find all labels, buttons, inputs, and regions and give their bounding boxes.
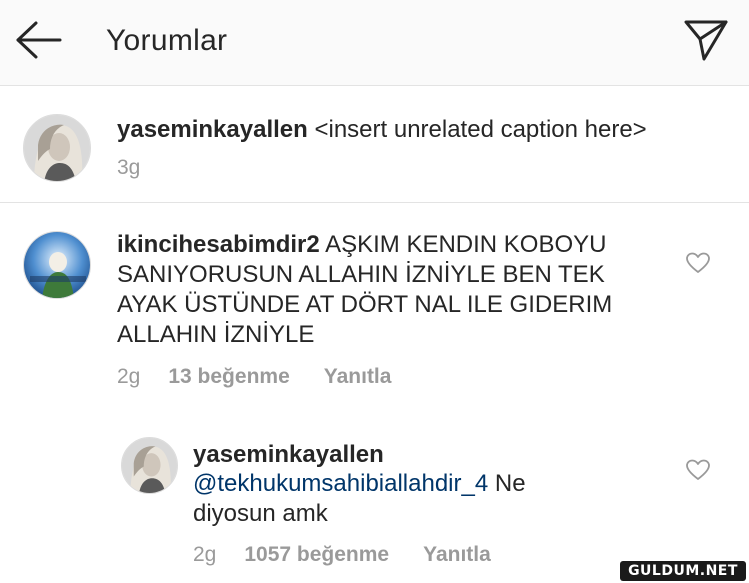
profile-photo-icon — [24, 115, 90, 181]
paper-plane-icon — [684, 20, 728, 61]
comment-text: ikincihesabimdir2 AŞKIM KENDIN KOBOYU SA… — [117, 230, 657, 350]
comment-reply-button[interactable]: Yanıtla — [324, 365, 392, 388]
direct-message-button[interactable] — [683, 18, 729, 62]
caption-body: <insert unrelated caption here> — [314, 116, 647, 143]
caption-username[interactable]: yaseminkayallen — [117, 116, 308, 143]
comment-meta: 2g 13 beğenme Yanıtla — [117, 365, 391, 389]
reply-header: yaseminkayallen — [193, 440, 384, 470]
arrow-left-icon — [16, 21, 62, 59]
reply-username[interactable]: yaseminkayallen — [193, 441, 384, 468]
reply-mention-link[interactable]: @tekhukumsahibiallahdir_4 — [193, 470, 488, 497]
reply-reply-button[interactable]: Yanıtla — [423, 543, 491, 566]
watermark: GULDUM.NET — [620, 561, 746, 581]
avatar[interactable] — [23, 114, 91, 182]
post-caption: yaseminkayallen <insert unrelated captio… — [0, 87, 749, 203]
reply-timestamp: 2g — [193, 543, 217, 566]
reply-likes-count[interactable]: 1057 beğenme — [244, 543, 389, 566]
reply-meta: 2g 1057 beğenme Yanıtla — [193, 543, 491, 567]
reply-text: @tekhukumsahibiallahdir_4 Ne diyosun amk — [193, 469, 613, 529]
comment-timestamp: 2g — [117, 365, 141, 388]
heart-icon — [686, 252, 710, 273]
comment-likes-count[interactable]: 13 beğenme — [168, 365, 289, 388]
avatar[interactable] — [23, 231, 91, 299]
page-title: Yorumlar — [106, 24, 228, 57]
profile-photo-icon — [122, 438, 177, 493]
avatar[interactable] — [121, 437, 178, 494]
caption-timestamp: 3g — [117, 156, 141, 179]
comments-screen: Yorumlar yaseminkayallen <insert unrelat… — [0, 0, 749, 583]
header-bar: Yorumlar — [0, 0, 749, 86]
heart-icon — [686, 459, 710, 480]
profile-photo-icon — [24, 232, 90, 298]
reply-like-button[interactable] — [685, 458, 711, 482]
back-button[interactable] — [14, 20, 64, 60]
comment-like-button[interactable] — [685, 251, 711, 275]
caption-text: yaseminkayallen <insert unrelated captio… — [117, 115, 717, 145]
comment-username[interactable]: ikincihesabimdir2 — [117, 231, 320, 258]
